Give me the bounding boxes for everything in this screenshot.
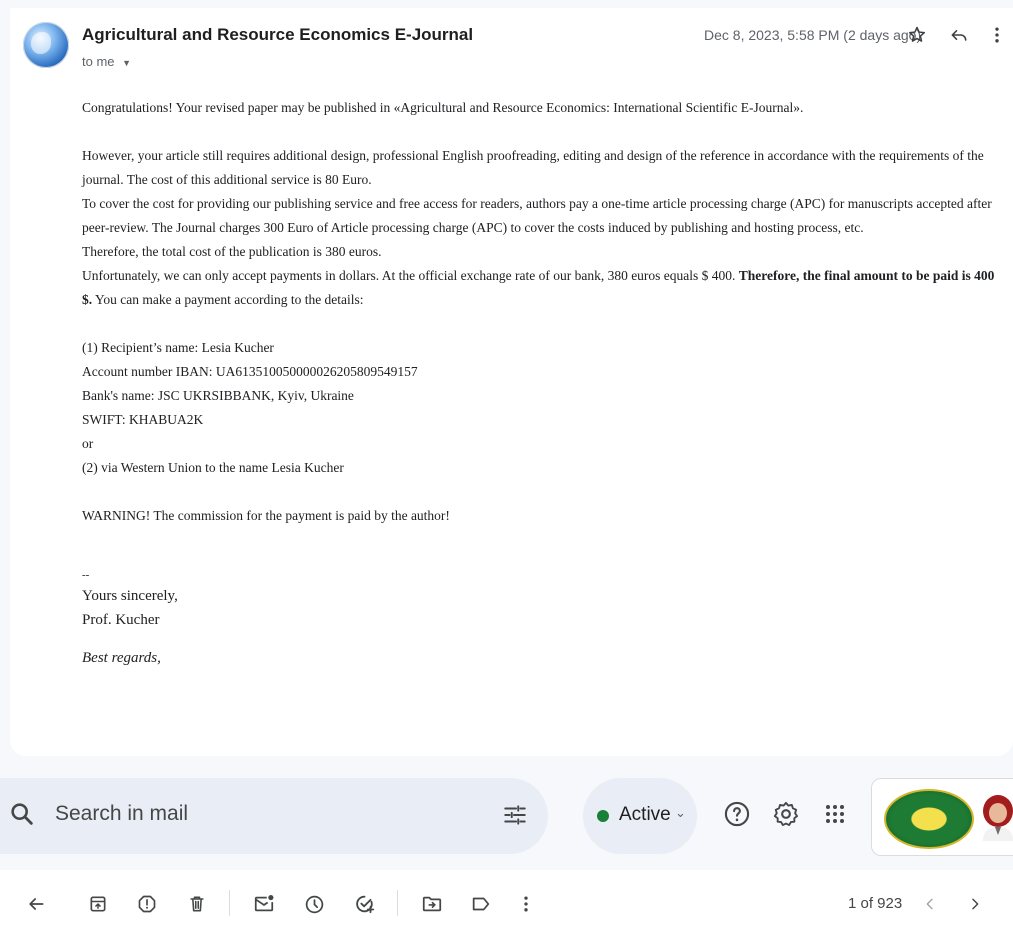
chevron-down-icon: ⌄	[675, 805, 686, 820]
prev-icon[interactable]	[916, 890, 944, 918]
toolbar-divider	[229, 890, 230, 916]
more-vert-icon[interactable]	[512, 890, 540, 918]
body-text-span: You can make a payment according to the …	[92, 292, 364, 307]
email-body: Congratulations! Your revised paper may …	[82, 96, 1007, 670]
status-label: Active	[619, 804, 671, 825]
active-status-dot	[597, 810, 609, 822]
warning-line: WARNING! The commission for the payment …	[82, 508, 450, 523]
account-switcher[interactable]	[871, 778, 1013, 856]
western-union-line: (2) via Western Union to the name Lesia …	[82, 460, 344, 475]
or-line: or	[82, 436, 94, 451]
chevron-down-icon: ▼	[122, 58, 132, 68]
back-icon[interactable]	[22, 890, 50, 918]
star-icon[interactable]	[903, 21, 931, 49]
body-paragraph: Congratulations! Your revised paper may …	[82, 100, 804, 115]
message-counter: 1 of 923	[848, 895, 903, 912]
avatar[interactable]	[980, 793, 1013, 841]
recipient-details-toggle[interactable]: to me ▼	[82, 54, 131, 69]
settings-icon[interactable]	[768, 796, 804, 832]
toolbar-divider	[397, 890, 398, 916]
tune-icon[interactable]	[502, 802, 528, 833]
archive-icon[interactable]	[84, 890, 112, 918]
swift-line: SWIFT: KHABUA2K	[82, 412, 204, 427]
mark-unread-icon[interactable]	[250, 890, 278, 918]
apps-icon[interactable]	[817, 796, 853, 832]
body-paragraph: Therefore, the total cost of the publica…	[82, 244, 382, 259]
message-toolbar: 1 of 923	[0, 870, 1013, 937]
signature-closing: Yours sincerely,	[82, 588, 178, 604]
delete-icon[interactable]	[183, 890, 211, 918]
iban-line: Account number IBAN: UA61351005000002620…	[82, 364, 418, 379]
sender-avatar[interactable]	[23, 22, 69, 68]
help-icon[interactable]	[719, 796, 755, 832]
next-icon[interactable]	[961, 890, 989, 918]
signature-name: Prof. Kucher	[82, 612, 160, 628]
search-bar[interactable]: Search in mail	[0, 778, 548, 854]
reply-icon[interactable]	[945, 21, 973, 49]
recipient-name-line: (1) Recipient’s name: Lesia Kucher	[82, 340, 274, 355]
search-icon[interactable]	[8, 800, 36, 833]
add-task-icon[interactable]	[351, 890, 379, 918]
report-spam-icon[interactable]	[133, 890, 161, 918]
body-paragraph: However, your article still requires add…	[82, 148, 984, 187]
move-to-icon[interactable]	[418, 890, 446, 918]
email-message: Agricultural and Resource Economics E-Jo…	[10, 8, 1013, 756]
email-date: Dec 8, 2023, 5:58 PM (2 days ago)	[704, 27, 922, 43]
body-paragraph: Unfortunately, we can only accept paymen…	[82, 264, 1007, 312]
search-input[interactable]: Search in mail	[55, 802, 188, 826]
signature-regards: Best regards,	[82, 650, 161, 666]
recipient-label: to me	[82, 54, 115, 69]
body-text-span: Unfortunately, we can only accept paymen…	[82, 268, 739, 283]
more-vert-icon[interactable]	[983, 21, 1011, 49]
label-icon[interactable]	[467, 890, 495, 918]
status-selector[interactable]: Active ⌄	[583, 778, 697, 854]
organization-logo	[884, 789, 974, 849]
signature-separator: --	[82, 569, 90, 581]
sender-name[interactable]: Agricultural and Resource Economics E-Jo…	[82, 25, 473, 45]
bank-name-line: Bank's name: JSC UKRSIBBANK, Kyiv, Ukrai…	[82, 388, 354, 403]
snooze-icon[interactable]	[300, 890, 328, 918]
body-paragraph: To cover the cost for providing our publ…	[82, 196, 992, 235]
